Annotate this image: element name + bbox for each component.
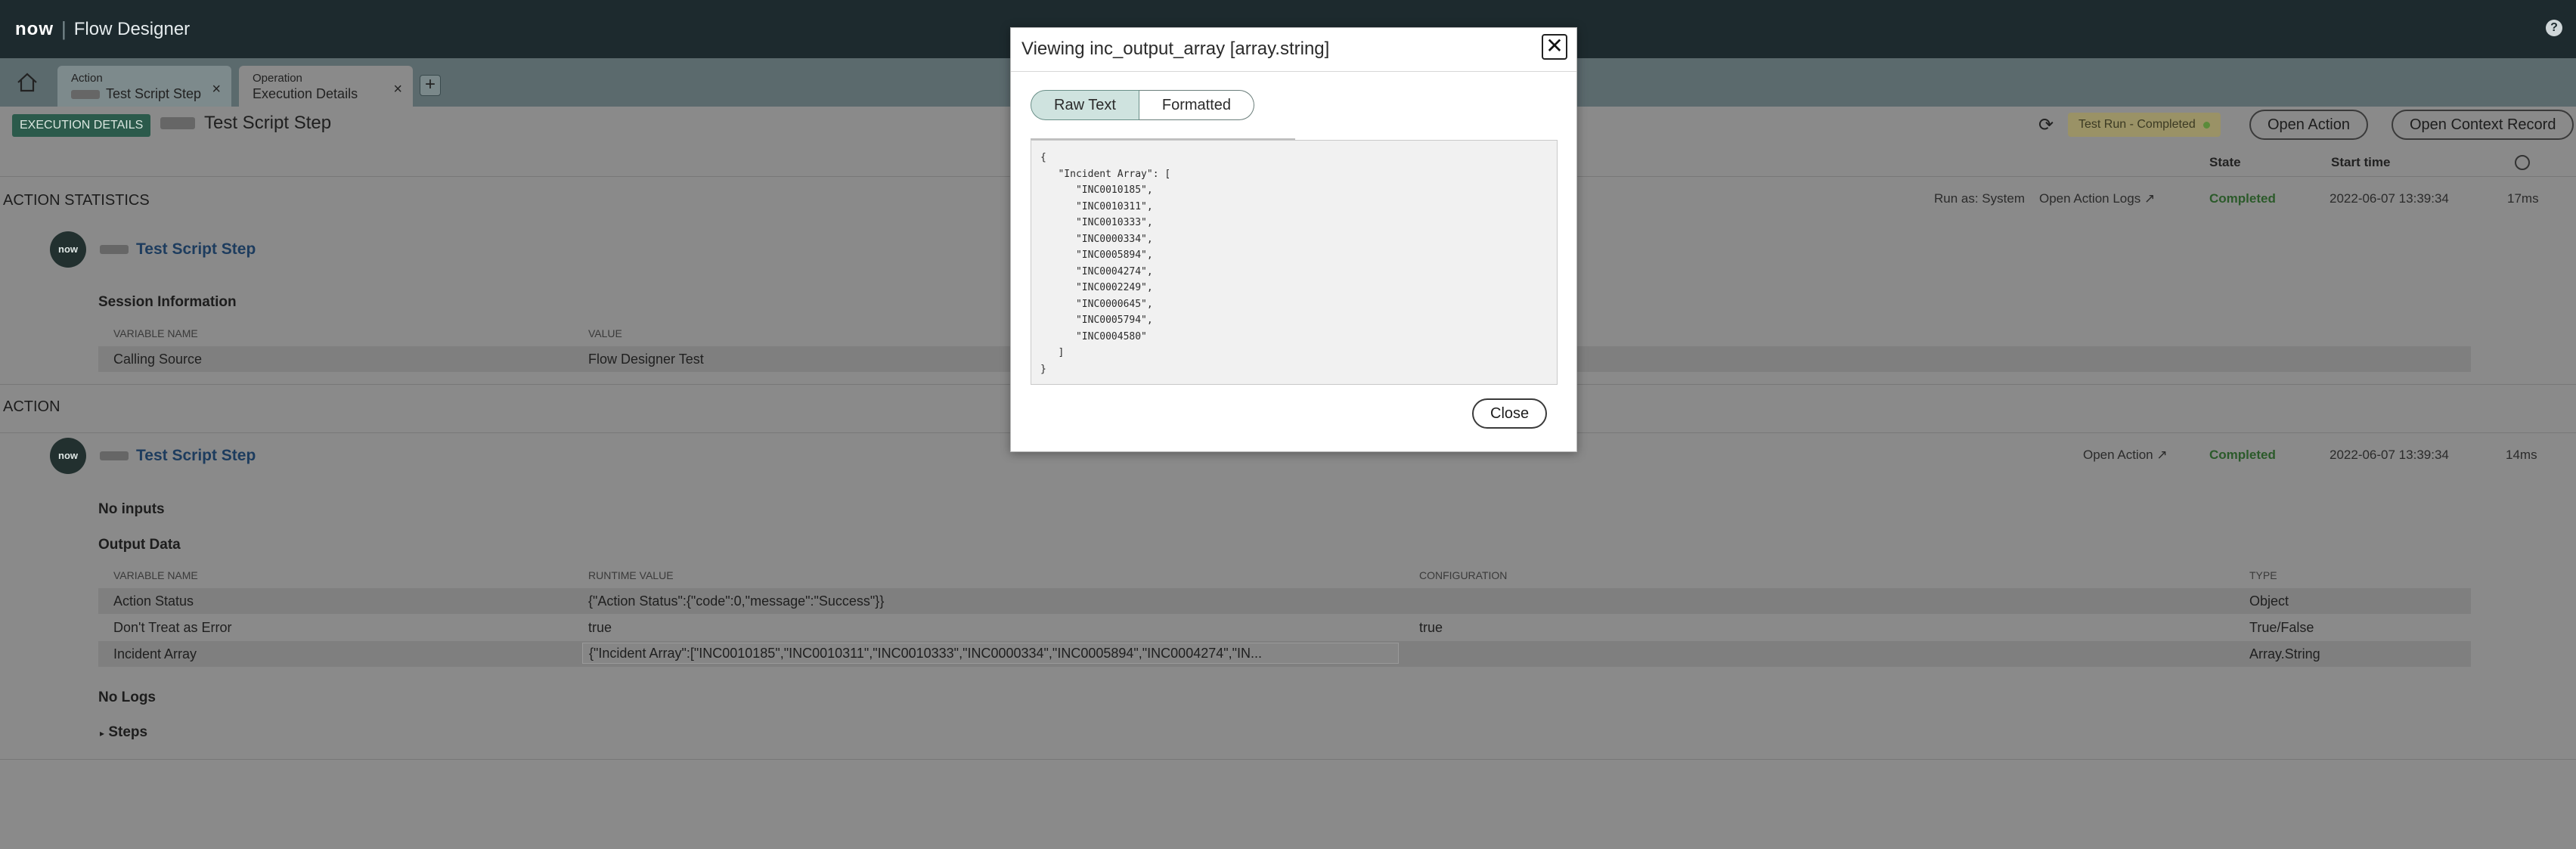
runtime-value-cell: {"Action Status":{"code":0,"message":"Su… <box>588 593 885 609</box>
tab-name-label: Execution Details <box>253 86 358 101</box>
view-value-modal: Viewing inc_output_array [array.string] … <box>1010 27 1577 452</box>
duration: 14ms <box>2506 448 2537 462</box>
run-as-label: Run as: System <box>1934 191 2025 206</box>
action-section-title: ACTION <box>3 398 60 415</box>
open-action-label: Open Action <box>2083 448 2153 462</box>
open-context-record-button[interactable]: Open Context Record <box>2392 110 2574 140</box>
add-tab-button[interactable]: + <box>420 75 441 96</box>
page-title: Test Script Step <box>160 113 331 134</box>
redacted-prefix <box>71 89 100 99</box>
redacted-prefix <box>100 245 129 254</box>
servicenow-logo[interactable]: now <box>15 19 54 40</box>
status-text: Test Run - Completed <box>2078 118 2196 131</box>
state-completed: Completed <box>2209 191 2276 206</box>
no-inputs-label: No inputs <box>98 501 165 517</box>
tab-close-icon[interactable]: × <box>212 81 221 98</box>
start-time: 2022-06-07 13:39:34 <box>2330 191 2449 206</box>
type-cell: Array.String <box>2249 646 2320 662</box>
formatted-tab[interactable]: Formatted <box>1139 90 1255 120</box>
variable-name-cell: Don't Treat as Error <box>113 620 232 635</box>
redacted-prefix <box>160 117 195 129</box>
open-action-logs-label: Open Action Logs <box>2039 191 2141 206</box>
step-name-link[interactable]: Test Script Step <box>100 240 256 259</box>
configuration-header: CONFIGURATION <box>1419 569 1508 581</box>
refresh-icon[interactable]: ⟳ <box>2038 114 2054 136</box>
modal-header: Viewing inc_output_array [array.string] … <box>1011 28 1576 72</box>
start-time-column-header: Start time <box>2331 155 2391 169</box>
steps-toggle[interactable]: ▸ Steps <box>100 724 147 741</box>
home-icon[interactable] <box>14 69 41 96</box>
start-time: 2022-06-07 13:39:34 <box>2330 448 2449 462</box>
help-icon[interactable]: ? <box>2546 20 2562 36</box>
table-row: Don't Treat as Error true true True/Fals… <box>98 615 2471 640</box>
status-badge: Test Run - Completed <box>2068 113 2221 137</box>
duration: 17ms <box>2507 191 2539 206</box>
type-cell: True/False <box>2249 620 2314 635</box>
logo-separator: | <box>61 17 67 40</box>
table-row: Incident Array {"Incident Array":["INC00… <box>98 641 2471 667</box>
tab-name-label: Test Script Step <box>106 86 202 101</box>
modal-title: Viewing inc_output_array [array.string] <box>1021 39 1330 59</box>
variable-name-header: VARIABLE NAME <box>113 569 198 581</box>
tab-type-label: Action <box>71 72 103 85</box>
state-column-header: State <box>2209 155 2241 169</box>
close-icon[interactable]: ✕ <box>1542 34 1567 60</box>
runtime-value-cell[interactable]: {"Incident Array":["INC0010185","INC0010… <box>582 643 1399 664</box>
raw-text-tab[interactable]: Raw Text <box>1031 90 1139 120</box>
type-header: TYPE <box>2249 569 2277 581</box>
step-name-label: Test Script Step <box>136 447 256 464</box>
raw-text-content: { "Incident Array": [ "INC0010185", "INC… <box>1040 152 1171 375</box>
tab-close-icon[interactable]: × <box>393 81 402 98</box>
clock-icon <box>2515 155 2530 170</box>
execution-details-badge: EXECUTION DETAILS <box>12 114 151 137</box>
chevron-right-icon: ▸ <box>100 728 105 739</box>
tab-execution-details[interactable]: Operation Execution Details × <box>239 66 413 107</box>
tab-type-label: Operation <box>253 72 302 85</box>
raw-text-box[interactable]: { "Incident Array": [ "INC0010185", "INC… <box>1031 140 1558 385</box>
external-link-icon: ↗ <box>2144 191 2156 206</box>
tab-action[interactable]: Action Test Script Step × <box>57 66 231 107</box>
step-name-label: Test Script Step <box>136 240 256 258</box>
external-link-icon: ↗ <box>2156 448 2168 462</box>
step-name-link[interactable]: Test Script Step <box>100 447 256 465</box>
steps-label: Steps <box>108 724 148 740</box>
variable-name-header: VARIABLE NAME <box>113 327 198 339</box>
variable-name-cell: Calling Source <box>113 352 203 367</box>
open-action-button[interactable]: Open Action <box>2249 110 2368 140</box>
variable-name-cell: Action Status <box>113 593 194 609</box>
avatar: now <box>50 438 86 474</box>
close-button[interactable]: Close <box>1472 398 1548 429</box>
action-statistics-title: ACTION STATISTICS <box>3 192 150 209</box>
value-cell: Flow Designer Test <box>588 352 704 367</box>
open-action-link[interactable]: Open Action ↗ <box>2083 448 2168 463</box>
open-action-logs-link[interactable]: Open Action Logs ↗ <box>2039 191 2155 206</box>
app-title: Flow Designer <box>73 18 191 39</box>
redacted-prefix <box>100 451 129 460</box>
no-logs-label: No Logs <box>98 689 156 705</box>
output-data-title: Output Data <box>98 537 181 553</box>
variable-name-cell: Incident Array <box>113 646 197 662</box>
table-row: Action Status {"Action Status":{"code":0… <box>98 588 2471 614</box>
divider <box>0 759 2576 760</box>
value-header: VALUE <box>588 327 622 339</box>
runtime-value-cell: true <box>588 620 612 635</box>
type-cell: Object <box>2249 593 2289 609</box>
status-dot-icon <box>2202 121 2210 129</box>
runtime-value-header: RUNTIME VALUE <box>588 569 674 581</box>
state-completed: Completed <box>2209 448 2276 462</box>
avatar: now <box>50 231 86 268</box>
page-title-text: Test Script Step <box>204 113 332 133</box>
view-mode-toggle: Raw Text Formatted <box>1031 90 1255 120</box>
session-information-title: Session Information <box>98 294 237 310</box>
configuration-cell: true <box>1419 620 1443 635</box>
